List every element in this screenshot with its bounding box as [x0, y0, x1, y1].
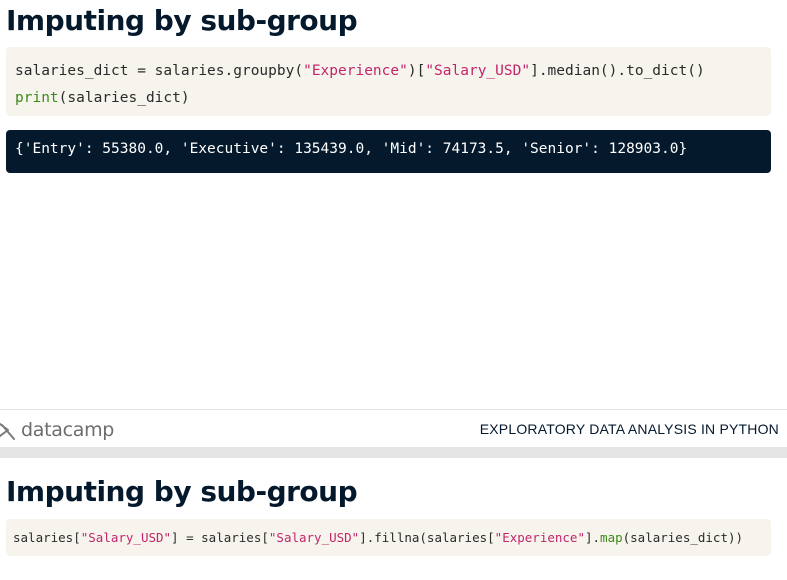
slide-title: Imputing by sub-group — [6, 4, 358, 37]
code-text: (salaries_dict)) — [622, 530, 744, 545]
code-text: ] = salaries[ — [171, 530, 269, 545]
code-line: salaries_dict = salaries.groupby("Experi… — [15, 58, 762, 85]
slide-title: Imputing by sub-group — [6, 475, 358, 508]
code-string: "Experience" — [303, 63, 408, 79]
code-function: print — [15, 90, 59, 106]
slide-1: Imputing by sub-group salaries_dict = sa… — [0, 0, 787, 447]
datacamp-logo-icon — [0, 419, 18, 441]
code-function: map — [600, 530, 623, 545]
code-text: ].fillna(salaries[ — [359, 530, 495, 545]
code-text: )[ — [407, 63, 426, 79]
code-block: salaries_dict = salaries.groupby("Experi… — [6, 47, 771, 116]
code-string: "Salary_USD" — [80, 530, 172, 545]
logo-text: datacamp — [21, 419, 115, 441]
code-output: {'Entry': 55380.0, 'Executive': 135439.0… — [6, 130, 771, 173]
code-text: (salaries_dict) — [58, 90, 190, 106]
code-string: "Salary_USD" — [425, 63, 531, 79]
slide-separator — [0, 447, 787, 458]
code-text: ]. — [584, 530, 601, 545]
datacamp-logo: datacamp — [0, 419, 114, 441]
code-line: salaries["Salary_USD"] = salaries["Salar… — [13, 529, 764, 546]
code-block: salaries["Salary_USD"] = salaries["Salar… — [6, 519, 771, 556]
code-text: salaries[ — [13, 530, 81, 545]
code-string: "Experience" — [494, 530, 585, 545]
code-string: "Salary_USD" — [268, 530, 360, 545]
code-text: ].median().to_dict() — [530, 63, 705, 79]
code-line: print(salaries_dict) — [15, 85, 762, 112]
code-text: salaries_dict = salaries.groupby( — [15, 63, 304, 79]
slide-2: Imputing by sub-group salaries["Salary_U… — [0, 458, 787, 580]
slide-footer: datacamp EXPLORATORY DATA ANALYSIS IN PY… — [0, 409, 787, 447]
course-title: EXPLORATORY DATA ANALYSIS IN PYTHON — [479, 421, 779, 437]
